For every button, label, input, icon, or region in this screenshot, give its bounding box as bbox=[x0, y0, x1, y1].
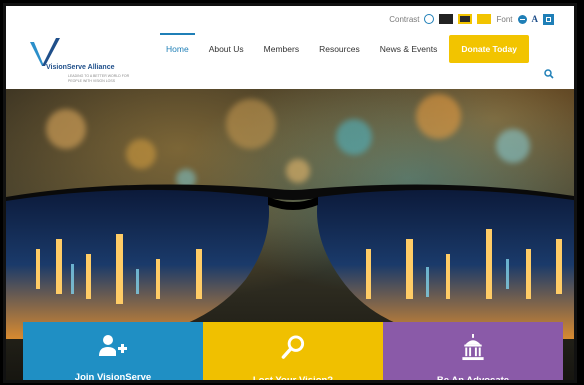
nav-members[interactable]: Members bbox=[254, 33, 309, 65]
join-visionserve-label: Join VisionServe bbox=[74, 372, 152, 383]
donate-button[interactable]: Donate Today bbox=[449, 35, 529, 63]
font-reset-button[interactable]: A bbox=[532, 14, 539, 24]
nav-about-us[interactable]: About Us bbox=[199, 33, 254, 65]
capitol-building-icon bbox=[462, 334, 484, 361]
nav-news-events[interactable]: News & Events bbox=[370, 33, 448, 65]
browser-frame: Contrast Font A VisionServe Alliance LEA… bbox=[3, 3, 577, 383]
lost-your-vision-label: Lost Your Vision? bbox=[252, 375, 334, 383]
call-to-action-tiles: Join VisionServe Lost Your Vision? Be An… bbox=[23, 322, 563, 383]
add-user-icon bbox=[99, 335, 127, 356]
join-visionserve-tile[interactable]: Join VisionServe bbox=[23, 322, 203, 383]
site-logo[interactable]: VisionServe Alliance LEADING TO A BETTER… bbox=[28, 36, 148, 86]
nav-resources[interactable]: Resources bbox=[309, 33, 370, 65]
contrast-yellow-button[interactable] bbox=[477, 14, 492, 24]
logo-tagline: LEADING TO A BETTER WORLD FOR PEOPLE WIT… bbox=[68, 74, 130, 83]
magnifier-icon bbox=[281, 335, 305, 359]
font-decrease-button[interactable] bbox=[517, 14, 527, 24]
hero-image: Join VisionServe Lost Your Vision? Be An… bbox=[6, 89, 574, 383]
font-increase-button[interactable] bbox=[543, 13, 554, 25]
accessibility-toolbar: Contrast Font A bbox=[389, 12, 554, 26]
logo-name: VisionServe Alliance bbox=[46, 64, 115, 71]
main-nav: Home About Us Members Resources News & E… bbox=[156, 33, 529, 65]
lost-your-vision-tile[interactable]: Lost Your Vision? bbox=[203, 322, 383, 383]
be-an-advocate-label: Be An Advocate bbox=[436, 375, 510, 383]
font-label: Font bbox=[496, 14, 513, 24]
contrast-dark-button[interactable] bbox=[439, 14, 454, 24]
contrast-yellow-on-dark-button[interactable] bbox=[458, 14, 473, 24]
contrast-label: Contrast bbox=[389, 14, 420, 24]
contrast-default-button[interactable] bbox=[424, 14, 435, 24]
search-icon[interactable] bbox=[544, 69, 554, 79]
be-an-advocate-tile[interactable]: Be An Advocate bbox=[383, 322, 563, 383]
nav-home[interactable]: Home bbox=[156, 33, 199, 65]
